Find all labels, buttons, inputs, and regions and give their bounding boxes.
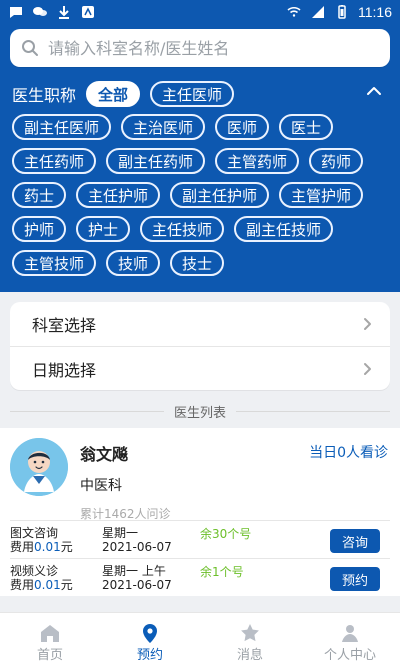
filter-chip[interactable]: 副主任医师 xyxy=(12,114,112,140)
service-price-prefix: 费用 xyxy=(10,577,35,592)
filter-chip[interactable]: 主管护师 xyxy=(279,182,364,208)
chevron-right-icon xyxy=(356,358,378,380)
home-icon xyxy=(37,620,63,646)
service-time: 星期一 2021-06-07 xyxy=(102,526,202,554)
filter-chip[interactable]: 医士 xyxy=(279,114,334,140)
status-time: 11:16 xyxy=(358,4,392,20)
filter-chip[interactable]: 医师 xyxy=(215,114,270,140)
filter-chip-chief-physician[interactable]: 主任医师 xyxy=(150,81,235,107)
consult-button[interactable]: 咨询 xyxy=(329,529,380,553)
nav-home[interactable]: 首页 xyxy=(5,620,95,663)
doctor-list-title-text: 医生列表 xyxy=(174,405,227,421)
nav-messages-label: 消息 xyxy=(236,648,263,663)
service-price-suffix: 元 xyxy=(60,539,73,554)
nav-appointment[interactable]: 预约 xyxy=(105,620,195,663)
service-price-prefix: 费用 xyxy=(10,539,35,554)
chevron-right-icon xyxy=(356,313,378,335)
filter-chip[interactable]: 副主任药师 xyxy=(106,148,206,174)
filter-chip[interactable]: 副主任护师 xyxy=(170,182,270,208)
service-remaining: 余30个号 xyxy=(200,527,252,541)
service-time: 星期一 上午 2021-06-07 xyxy=(102,564,202,592)
service-weekday: 星期一 上午 xyxy=(102,563,166,578)
filter-chip[interactable]: 主管药师 xyxy=(215,148,300,174)
filter-chip[interactable]: 药士 xyxy=(12,182,67,208)
service-price: 0.01 xyxy=(34,577,61,592)
search-bar[interactable] xyxy=(10,29,390,67)
service-price: 0.01 xyxy=(34,539,61,554)
service-row-text-consult: 图文咨询 费用0.01元 星期一 2021-06-07 余30个号 咨询 xyxy=(10,520,390,558)
service-row-video: 视频义诊 费用0.01元 星期一 上午 2021-06-07 余1个号 预约 xyxy=(10,558,390,596)
doctor-card[interactable]: 翁文飚 中医科 累计1462人问诊 当日0人看诊 图文咨询 费用0.01元 星期… xyxy=(0,428,400,596)
search-icon xyxy=(20,38,40,58)
doctor-avatar xyxy=(10,438,68,496)
avatar-illustration xyxy=(10,438,68,496)
signal-icon xyxy=(310,4,326,20)
nav-home-label: 首页 xyxy=(36,648,63,663)
filter-chip[interactable]: 护士 xyxy=(76,216,131,242)
service-price-line: 费用0.01元 xyxy=(10,578,102,592)
filter-chip[interactable]: 主管技师 xyxy=(12,250,97,276)
filter-chip-all[interactable]: 全部 xyxy=(86,81,141,107)
nav-appointment-label: 预约 xyxy=(136,648,163,663)
service-price-line: 费用0.01元 xyxy=(10,540,102,554)
filter-chip[interactable]: 护师 xyxy=(12,216,67,242)
service-remaining: 余1个号 xyxy=(200,565,244,579)
department-select-label: 科室选择 xyxy=(32,316,97,335)
app-icon xyxy=(80,4,96,20)
bottom-navigation: 首页 预约 消息 个人中心 xyxy=(0,612,400,666)
doctor-department: 中医科 xyxy=(80,478,122,494)
star-icon xyxy=(237,620,263,646)
download-icon xyxy=(56,4,72,20)
service-name: 图文咨询 xyxy=(10,525,59,540)
title-filter-header: 医生职称 全部 主任医师 xyxy=(12,80,388,108)
chat-icon xyxy=(32,4,48,20)
doctor-list-title: 医生列表 xyxy=(0,400,400,422)
wifi-icon xyxy=(286,4,302,20)
filter-chip[interactable]: 技师 xyxy=(106,250,161,276)
doctor-summary: 翁文飚 中医科 累计1462人问诊 当日0人看诊 xyxy=(10,428,390,521)
message-icon xyxy=(8,4,24,20)
status-right-icons: 11:16 xyxy=(286,4,392,20)
filter-chip[interactable]: 药师 xyxy=(309,148,364,174)
nav-messages[interactable]: 消息 xyxy=(205,620,295,663)
reserve-button[interactable]: 预约 xyxy=(329,567,380,591)
service-name: 视频义诊 xyxy=(10,563,59,578)
filter-chip[interactable]: 主任药师 xyxy=(12,148,97,174)
selection-panel: 科室选择 日期选择 xyxy=(10,302,390,390)
date-select-row[interactable]: 日期选择 xyxy=(10,346,390,390)
user-icon xyxy=(337,620,363,646)
filter-chip[interactable]: 副主任技师 xyxy=(234,216,334,242)
service-left: 图文咨询 费用0.01元 xyxy=(10,526,102,554)
search-input[interactable] xyxy=(40,37,380,59)
collapse-filters-button[interactable] xyxy=(360,80,388,108)
title-filter-label: 医生职称 xyxy=(12,86,77,105)
header-area: 11:16 医生职称 全部 主任医师 副主任医师 主治医师 医师 医士 主任药师… xyxy=(0,0,400,292)
service-left: 视频义诊 费用0.01元 xyxy=(10,564,102,592)
department-select-row[interactable]: 科室选择 xyxy=(10,302,390,346)
service-date: 2021-06-07 xyxy=(102,577,172,592)
battery-icon xyxy=(334,4,350,20)
location-pin-icon xyxy=(137,620,163,646)
doctor-today-count: 当日0人看诊 xyxy=(309,445,388,461)
filter-chip[interactable]: 主治医师 xyxy=(121,114,206,140)
service-date: 2021-06-07 xyxy=(102,539,172,554)
status-bar: 11:16 xyxy=(0,0,400,24)
service-weekday: 星期一 xyxy=(102,525,139,540)
chevron-up-icon xyxy=(363,81,385,107)
filter-chip[interactable]: 技士 xyxy=(170,250,225,276)
nav-profile-label: 个人中心 xyxy=(323,648,376,663)
service-price-suffix: 元 xyxy=(60,577,73,592)
filter-chip[interactable]: 主任护师 xyxy=(76,182,161,208)
status-left-icons xyxy=(8,4,96,20)
nav-profile[interactable]: 个人中心 xyxy=(305,620,395,663)
title-filter-chips: 副主任医师 主治医师 医师 医士 主任药师 副主任药师 主管药师 药师 药士 主… xyxy=(12,114,388,276)
filter-chip[interactable]: 主任技师 xyxy=(140,216,225,242)
date-select-label: 日期选择 xyxy=(32,360,97,380)
